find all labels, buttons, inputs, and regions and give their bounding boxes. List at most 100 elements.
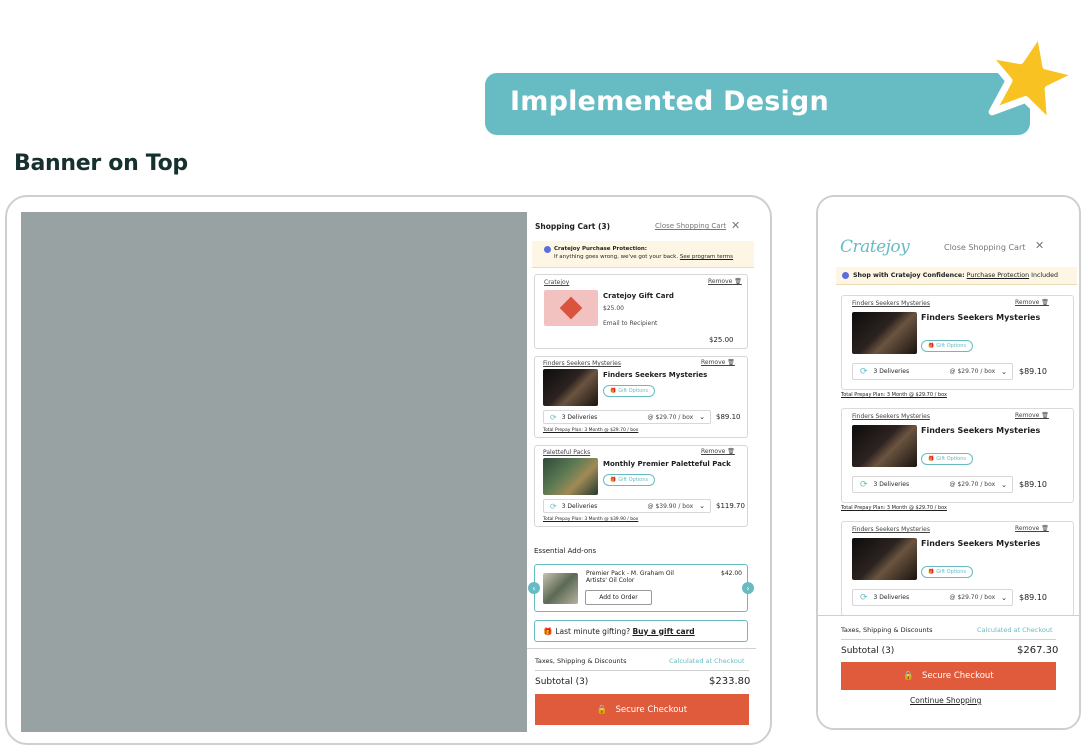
gift-icon: 🎁 — [928, 343, 935, 349]
gift-icon: 🎁 — [610, 388, 617, 394]
deliveries-select[interactable]: ⟳ 3 Deliveries @ $29.70 / box ⌄ — [852, 589, 1013, 606]
prepay-plan: Total Prepay Plan: 3 Month @ $29.70 / bo… — [841, 392, 947, 398]
divider — [535, 670, 749, 671]
item-brand-link[interactable]: Finders Seekers Mysteries — [852, 413, 930, 420]
add-to-order-button[interactable]: Add to Order — [585, 590, 652, 605]
refresh-icon: ⟳ — [860, 366, 868, 377]
gift-options-button[interactable]: 🎁 Gift Options — [921, 566, 974, 578]
subtotal-label: Subtotal (3) — [535, 677, 589, 687]
protection-text: If anything goes wrong, we've got your b… — [554, 254, 679, 260]
cratejoy-logo: Cratejoy — [840, 237, 910, 257]
protection-banner: Cratejoy Purchase Protection: If anythin… — [532, 241, 754, 268]
item-brand-link[interactable]: Cratejoy — [544, 279, 569, 286]
section-heading: Banner on Top — [14, 151, 188, 176]
carousel-next-icon[interactable]: › — [742, 582, 754, 594]
item-name: Cratejoy Gift Card — [603, 292, 674, 300]
lock-icon: 🔒 — [903, 671, 914, 681]
confidence-banner: Shop with Cratejoy Confidence: Purchase … — [836, 267, 1077, 285]
gift-icon: 🎁 — [928, 569, 935, 575]
deliveries-select[interactable]: ⟳ 3 Deliveries @ $39.90 / box ⌄ — [543, 499, 711, 513]
chevron-down-icon: ⌄ — [1001, 480, 1007, 489]
lock-icon: 🔒 — [596, 704, 608, 715]
refresh-icon: ⟳ — [860, 592, 868, 603]
secure-checkout-button[interactable]: 🔒 Secure Checkout — [841, 662, 1056, 690]
addons-heading: Essential Add-ons — [534, 547, 597, 555]
item-brand-link[interactable]: Finders Seekers Mysteries — [543, 360, 621, 367]
chevron-down-icon: ⌄ — [699, 502, 705, 510]
cart-item-finders-seekers: Finders Seekers Mysteries Remove 🗑 Finde… — [841, 521, 1074, 616]
protection-title: Cratejoy Purchase Protection: — [554, 246, 647, 252]
gift-card-prompt[interactable]: 🎁 Last minute gifting? Buy a gift card — [534, 620, 748, 642]
cart-title: Shopping Cart (3) — [535, 222, 611, 231]
deliveries-select[interactable]: ⟳ 3 Deliveries @ $29.70 / box ⌄ — [543, 410, 711, 424]
protection-terms-link[interactable]: See program terms — [680, 254, 733, 260]
chevron-down-icon: ⌄ — [1001, 367, 1007, 376]
item-brand-link[interactable]: Finders Seekers Mysteries — [852, 300, 930, 307]
gift-icon: 🎁 — [928, 456, 935, 462]
product-thumbnail — [852, 425, 917, 467]
remove-link[interactable]: Remove 🗑 — [701, 359, 735, 366]
addon-price: $42.00 — [721, 570, 742, 577]
banner-title: Implemented Design — [510, 86, 829, 117]
item-name: Finders Seekers Mysteries — [921, 426, 1041, 435]
refresh-icon: ⟳ — [860, 479, 868, 490]
item-brand-link[interactable]: Paletteful Packs — [543, 449, 590, 456]
remove-link[interactable]: Remove 🗑 — [1015, 525, 1049, 532]
item-total: $89.10 — [1019, 367, 1047, 376]
prepay-plan: Total Prepay Plan: 3 Month @ $29.70 / bo… — [841, 505, 947, 511]
item-brand-link[interactable]: Finders Seekers Mysteries — [852, 526, 930, 533]
addon-name: Premier Pack - M. Graham Oil Artists' Oi… — [586, 570, 674, 584]
envelope-icon — [559, 296, 583, 320]
item-total: $119.70 — [716, 502, 745, 510]
refresh-icon: ⟳ — [550, 501, 557, 511]
gift-options-button[interactable]: 🎁 Gift Options — [921, 453, 974, 465]
prepay-plan: Total Prepay Plan: 3 Month @ $29.70 / bo… — [543, 428, 639, 433]
cart-item-finders-seekers: Finders Seekers Mysteries Remove 🗑 Finde… — [841, 295, 1074, 390]
divider — [527, 648, 756, 649]
gift-options-button[interactable]: 🎁 Gift Options — [603, 385, 656, 397]
remove-link[interactable]: Remove 🗑 — [708, 278, 742, 285]
cart-item-finders-seekers: Finders Seekers Mysteries Remove 🗑 Finde… — [534, 356, 748, 438]
cart-item-paletteful: Paletteful Packs Remove 🗑 Monthly Premie… — [534, 445, 748, 527]
purchase-protection-link[interactable]: Purchase Protection — [967, 272, 1029, 279]
product-thumbnail — [543, 458, 598, 495]
addon-thumbnail — [543, 573, 578, 604]
taxes-label: Taxes, Shipping & Discounts — [841, 626, 933, 634]
continue-shopping-link[interactable]: Continue Shopping — [910, 696, 981, 705]
gift-options-button[interactable]: 🎁 Gift Options — [921, 340, 974, 352]
deliveries-select[interactable]: ⟳ 3 Deliveries @ $29.70 / box ⌄ — [852, 476, 1013, 493]
item-name: Monthly Premier Paletteful Pack — [603, 460, 731, 468]
mobile-cart-footer: Taxes, Shipping & Discounts Calculated a… — [818, 615, 1079, 728]
gift-options-button[interactable]: 🎁 Gift Options — [603, 474, 656, 486]
close-icon[interactable]: ✕ — [731, 219, 740, 232]
desktop-cart-drawer: Shopping Cart (3) Close Shopping Cart ✕ … — [527, 212, 756, 732]
taxes-label: Taxes, Shipping & Discounts — [535, 657, 627, 665]
item-name: Finders Seekers Mysteries — [921, 539, 1041, 548]
remove-link[interactable]: Remove 🗑 — [701, 448, 735, 455]
item-note: Email to Recipient — [603, 320, 658, 327]
subtotal-value: $233.80 — [709, 676, 751, 687]
cart-item-finders-seekers: Finders Seekers Mysteries Remove 🗑 Finde… — [841, 408, 1074, 503]
page-backdrop-overlay[interactable] — [21, 212, 527, 732]
product-thumbnail — [852, 538, 917, 580]
item-name: Finders Seekers Mysteries — [921, 313, 1041, 322]
close-icon[interactable]: ✕ — [1035, 239, 1044, 252]
close-cart-link[interactable]: Close Shopping Cart — [655, 222, 726, 230]
shield-check-icon — [842, 272, 849, 279]
remove-link[interactable]: Remove 🗑 — [1015, 299, 1049, 306]
item-total: $89.10 — [1019, 593, 1047, 602]
gift-card-thumbnail — [544, 290, 598, 326]
mobile-device-frame: Cratejoy Close Shopping Cart ✕ Shop with… — [816, 195, 1081, 730]
remove-link[interactable]: Remove 🗑 — [1015, 412, 1049, 419]
carousel-prev-icon[interactable]: ‹ — [528, 582, 540, 594]
taxes-value: Calculated at Checkout — [977, 626, 1053, 634]
deliveries-select[interactable]: ⟳ 3 Deliveries @ $29.70 / box ⌄ — [852, 363, 1013, 380]
buy-gift-card-link[interactable]: Buy a gift card — [632, 627, 694, 636]
subtotal-label: Subtotal (3) — [841, 646, 895, 656]
gift-icon: 🎁 — [543, 626, 553, 636]
cart-item-gift-card: Cratejoy Remove 🗑 Cratejoy Gift Card $25… — [534, 274, 748, 349]
subtotal-value: $267.30 — [1017, 645, 1059, 656]
close-cart-link[interactable]: Close Shopping Cart — [944, 243, 1025, 252]
secure-checkout-button[interactable]: 🔒 Secure Checkout — [535, 694, 749, 725]
addon-card: Premier Pack - M. Graham Oil Artists' Oi… — [534, 564, 748, 612]
